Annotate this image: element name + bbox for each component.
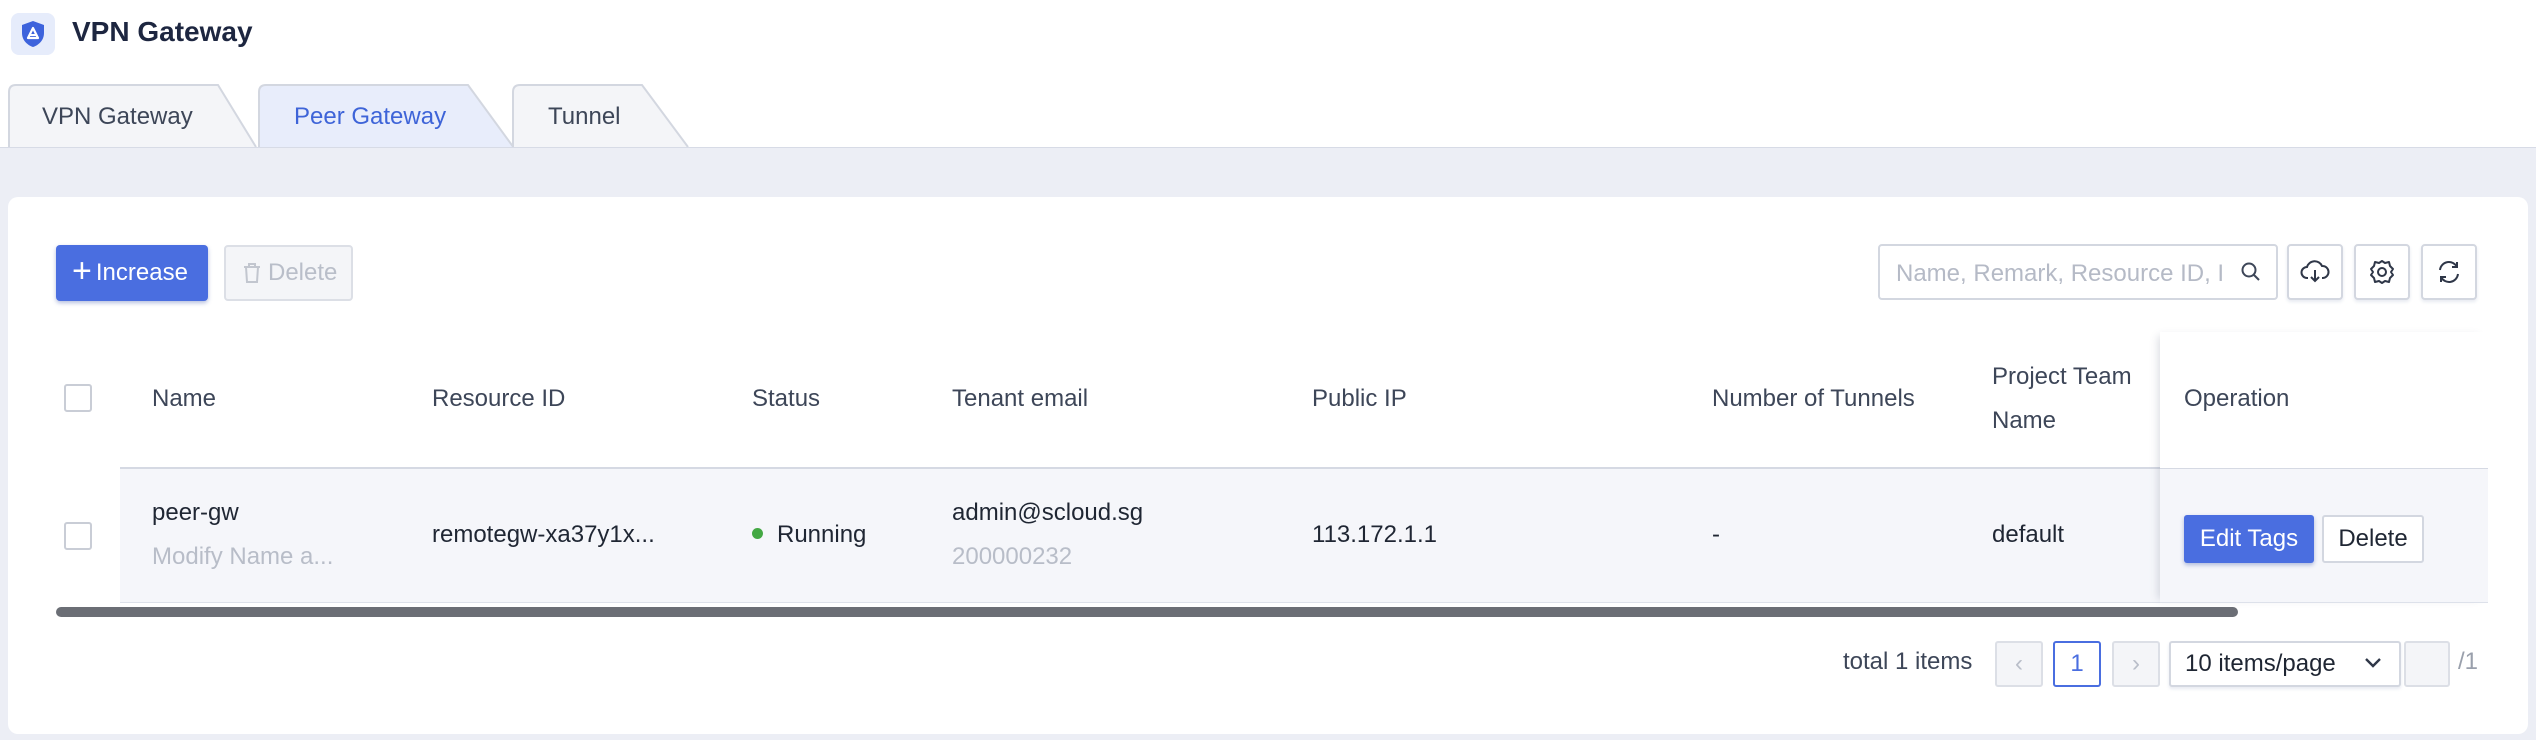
tab-peer-gateway[interactable]: Peer Gateway	[258, 84, 518, 148]
page-size-select[interactable]: 10 items/page	[2169, 641, 2401, 687]
download-button[interactable]	[2287, 244, 2343, 300]
vpn-shield-icon	[11, 13, 55, 55]
col-project-team-line1: Project Team	[1992, 363, 2132, 390]
col-tenant-email[interactable]: Tenant email	[952, 377, 1088, 421]
table-row[interactable]: peer-gw Modify Name a... remotegw-xa37y1…	[120, 469, 2488, 603]
search-icon[interactable]	[2240, 261, 2262, 283]
tab-label: VPN Gateway	[42, 103, 193, 130]
row-tenant-id: 200000232	[952, 543, 1073, 570]
settings-gear-icon	[2370, 260, 2394, 284]
tab-label: Peer Gateway	[294, 103, 447, 130]
refresh-icon	[2439, 261, 2459, 283]
refresh-button[interactable]	[2421, 244, 2477, 300]
chevron-down-icon	[2365, 658, 2381, 668]
horizontal-scrollbar[interactable]	[56, 607, 2238, 617]
delete-label: Delete	[268, 259, 338, 286]
tab-label: Tunnel	[548, 103, 621, 130]
col-number-of-tunnels[interactable]: Number of Tunnels	[1712, 377, 1915, 421]
page-size-value: 10 items/page	[2185, 650, 2336, 677]
trash-icon	[244, 263, 260, 283]
operation-cell: Edit Tags Delete	[2160, 469, 2488, 603]
cloud-download-icon	[2300, 260, 2330, 283]
select-all-checkbox[interactable]	[64, 384, 92, 412]
row-public-ip: 113.172.1.1	[1312, 521, 1438, 548]
total-pages: /1	[2458, 648, 2479, 675]
col-resource-id[interactable]: Resource ID	[432, 377, 565, 421]
delete-button[interactable]: Delete	[224, 245, 353, 301]
row-name[interactable]: peer-gw	[152, 499, 239, 527]
col-public-ip[interactable]: Public IP	[1312, 377, 1407, 421]
status-text: Running	[777, 521, 867, 548]
operation-column: Operation Edit Tags Delete	[2160, 332, 2488, 603]
row-status: Running	[752, 521, 866, 549]
row-checkbox[interactable]	[64, 522, 92, 550]
col-project-team[interactable]: Project Team Name	[1992, 355, 2132, 443]
row-project-team: default	[1992, 521, 2065, 548]
prev-page-button[interactable]: ‹	[1995, 641, 2043, 687]
row-name-remark[interactable]: Modify Name a...	[152, 543, 333, 571]
tab-tunnel[interactable]: Tunnel	[512, 84, 690, 148]
row-resource-id[interactable]: remotegw-xa37y1x...	[432, 521, 655, 549]
settings-button[interactable]	[2354, 244, 2410, 300]
col-status[interactable]: Status	[752, 377, 820, 421]
row-number-of-tunnels: -	[1712, 521, 1720, 548]
table-header: Name Resource ID Status Tenant email Pub…	[56, 332, 2488, 466]
tab-divider	[0, 147, 2536, 148]
chevron-right-icon: ›	[2132, 650, 2140, 677]
content-card: + Increase Delete Name, Remark, Resource…	[8, 197, 2528, 734]
increase-button[interactable]: + Increase	[56, 245, 208, 301]
increase-label: Increase	[95, 259, 188, 286]
page-1-button[interactable]: 1	[2053, 641, 2101, 687]
edit-tags-button[interactable]: Edit Tags	[2184, 515, 2314, 563]
next-page-button[interactable]: ›	[2112, 641, 2160, 687]
col-project-team-line2: Name	[1992, 407, 2057, 434]
row-delete-button[interactable]: Delete	[2322, 515, 2424, 563]
row-tenant-email: admin@scloud.sg	[952, 499, 1144, 526]
header-bar: VPN Gateway VPN Gateway Peer Gateway Tun…	[0, 0, 2536, 148]
tab-vpn-gateway[interactable]: VPN Gateway	[8, 84, 258, 148]
pagination-total: total 1 items	[1843, 648, 1973, 675]
search-placeholder: Name, Remark, Resource ID, IP	[1896, 260, 2226, 287]
page-title: VPN Gateway	[72, 16, 253, 47]
page-jump-input[interactable]	[2404, 641, 2450, 687]
col-name[interactable]: Name	[152, 377, 216, 421]
search-input[interactable]: Name, Remark, Resource ID, IP	[1878, 244, 2278, 300]
chevron-left-icon: ‹	[2015, 650, 2023, 677]
col-operation: Operation	[2184, 385, 2290, 412]
status-dot	[752, 528, 763, 540]
plus-icon: +	[72, 252, 92, 290]
